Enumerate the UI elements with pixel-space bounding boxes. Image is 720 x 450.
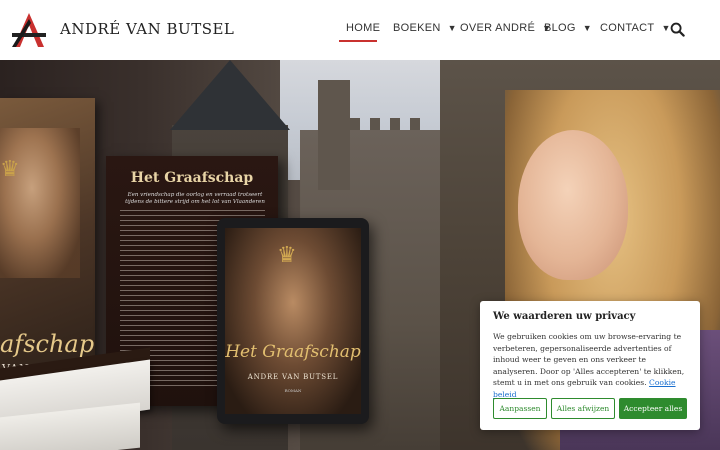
cookie-text: We gebruiken cookies om uw browse-ervari… [493, 331, 689, 401]
crenel [370, 118, 380, 130]
nav-label: HOME [346, 22, 381, 34]
tablet-screen: ♛ Het Graafschap ANDRE VAN BUTSEL ROMAN [225, 228, 361, 414]
crown-icon: ♛ [0, 156, 20, 181]
nav-item-boeken[interactable]: BOEKEN ▼ [393, 22, 457, 34]
search-icon[interactable] [670, 22, 685, 37]
tower-roof [170, 60, 290, 130]
portrait-face [518, 130, 628, 280]
nav-item-home[interactable]: HOME [346, 22, 380, 34]
tablet-book-title: Het Graafschap [225, 342, 361, 362]
chevron-down-icon: ▼ [582, 23, 592, 33]
nav-label: CONTACT [600, 22, 655, 34]
logo-icon[interactable] [10, 11, 48, 49]
cookie-title: We waarderen uw privacy [493, 311, 636, 322]
site-header: ANDRÉ VAN BUTSEL HOME BOEKEN ▼ OVER ANDRÉ… [0, 0, 720, 60]
active-nav-indicator [339, 40, 377, 42]
crenel [350, 118, 360, 130]
nav-label: BLOG [544, 22, 576, 34]
customize-button[interactable]: Aanpassen [493, 398, 547, 419]
castle-tower [318, 80, 350, 190]
tablet-book-author: ANDRE VAN BUTSEL [247, 373, 339, 381]
cover-portrait [0, 128, 80, 278]
nav-item-blog[interactable]: BLOG ▼ [544, 22, 592, 34]
crown-icon: ♛ [277, 242, 297, 267]
cookie-consent-banner: We waarderen uw privacy We gebruiken coo… [480, 301, 700, 430]
nav-label: BOEKEN [393, 22, 441, 34]
crenel [410, 118, 420, 130]
site-title[interactable]: ANDRÉ VAN BUTSEL [60, 20, 234, 38]
accept-all-button[interactable]: Accepteer alles [619, 398, 687, 419]
book-back-subtitle: Een vriendschap die oorlog en verraad tr… [125, 192, 265, 205]
book-title: afschap [0, 330, 95, 358]
book-cover-left: ♛ afschap VAN BUTSEL [0, 98, 95, 388]
chevron-down-icon: ▼ [447, 23, 457, 33]
book-back-title: Het Graafschap [130, 170, 254, 186]
nav-label: OVER ANDRÉ [460, 22, 536, 34]
crenel [390, 118, 400, 130]
nav-item-contact[interactable]: CONTACT ▼ [600, 22, 671, 34]
tablet-book-label: ROMAN [284, 388, 302, 393]
nav-item-over-andre[interactable]: OVER ANDRÉ ▼ [460, 22, 551, 34]
reject-all-button[interactable]: Alles afwijzen [551, 398, 615, 419]
tablet-mockup: ♛ Het Graafschap ANDRE VAN BUTSEL ROMAN [217, 218, 369, 424]
